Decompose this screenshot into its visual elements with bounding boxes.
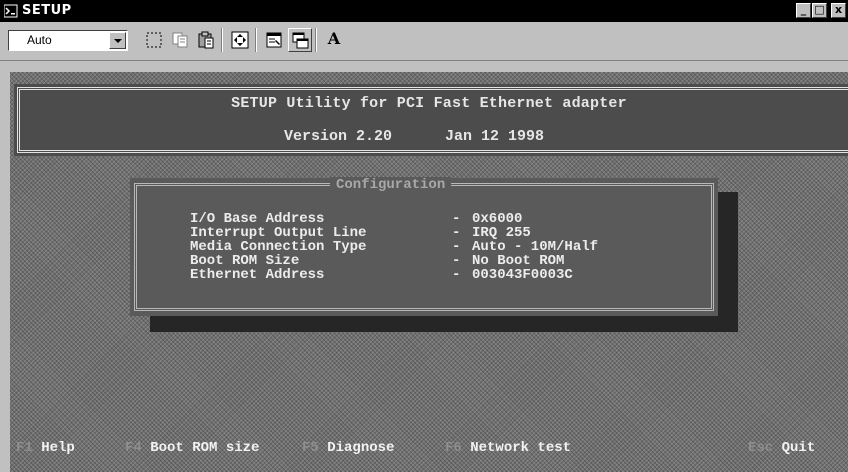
f4-boot-rom-key[interactable]: F4 Boot ROM size — [125, 436, 259, 460]
version-text: Version 2.20 — [284, 128, 393, 145]
mark-button[interactable] — [142, 28, 166, 52]
copy-icon — [172, 32, 188, 48]
toolbar-separator — [221, 28, 223, 52]
font-icon: A — [327, 29, 341, 48]
font-button[interactable]: A — [322, 28, 346, 52]
f1-help-key[interactable]: F1 Help — [16, 436, 75, 460]
config-panel: Configuration I/O Base Address - 0x6000 … — [130, 177, 718, 316]
key-action: Help — [41, 440, 75, 456]
key-label: Esc — [748, 440, 774, 456]
background-icon — [292, 32, 309, 49]
toolbar: Auto A — [0, 22, 848, 61]
config-value: 003043F0003C — [472, 267, 573, 283]
fullscreen-icon — [231, 31, 249, 49]
close-button[interactable]: x — [831, 3, 846, 18]
minimize-icon: _ — [800, 3, 807, 16]
function-key-bar: F1 Help F4 Boot ROM size F5 Diagnose F6 … — [10, 436, 848, 460]
key-action: Network test — [470, 440, 572, 456]
key-action: Boot ROM size — [150, 440, 260, 456]
key-label: F5 — [302, 440, 319, 456]
key-label: F6 — [445, 440, 462, 456]
config-label: Ethernet Address — [190, 267, 325, 283]
console-screen[interactable]: SETUP Utility for PCI Fast Ethernet adap… — [10, 72, 848, 472]
release-date: Jan 12 1998 — [445, 128, 545, 145]
key-action: Diagnose — [327, 440, 395, 456]
properties-button[interactable] — [262, 28, 286, 52]
font-size-value: Auto — [27, 33, 52, 47]
f6-network-test-key[interactable]: F6 Network test — [445, 436, 571, 460]
properties-icon — [266, 32, 282, 48]
esc-quit-key[interactable]: Esc Quit — [748, 436, 815, 460]
key-label: F4 — [125, 440, 142, 456]
key-action: Quit — [781, 440, 816, 456]
font-size-select[interactable]: Auto — [8, 30, 128, 51]
minimize-button[interactable]: _ — [796, 3, 811, 18]
title-bar[interactable]: SETUP _ □ x — [0, 0, 848, 22]
chevron-down-icon[interactable] — [109, 32, 126, 49]
config-row: Ethernet Address - 003043F0003C — [190, 267, 710, 283]
fullscreen-button[interactable] — [228, 28, 252, 52]
setup-window: SETUP _ □ x Auto A SETUP Utility for PCI… — [0, 0, 848, 472]
key-label: F1 — [16, 440, 33, 456]
copy-button[interactable] — [168, 28, 192, 52]
utility-title: SETUP Utility for PCI Fast Ethernet adap… — [231, 95, 627, 112]
paste-icon — [198, 31, 214, 49]
config-separator: - — [452, 267, 461, 283]
window-title: SETUP — [22, 3, 72, 18]
restore-icon: □ — [814, 3, 825, 16]
toolbar-separator — [315, 28, 317, 52]
background-button[interactable] — [288, 28, 312, 52]
ms-dos-icon — [4, 4, 18, 18]
restore-button[interactable]: □ — [812, 3, 827, 18]
mark-icon — [146, 32, 162, 48]
close-icon: x — [834, 3, 843, 16]
header-panel: SETUP Utility for PCI Fast Ethernet adap… — [14, 84, 848, 156]
paste-button[interactable] — [194, 28, 218, 52]
toolbar-separator — [255, 28, 257, 52]
f5-diagnose-key[interactable]: F5 Diagnose — [302, 436, 394, 460]
config-title: Configuration — [330, 177, 452, 193]
